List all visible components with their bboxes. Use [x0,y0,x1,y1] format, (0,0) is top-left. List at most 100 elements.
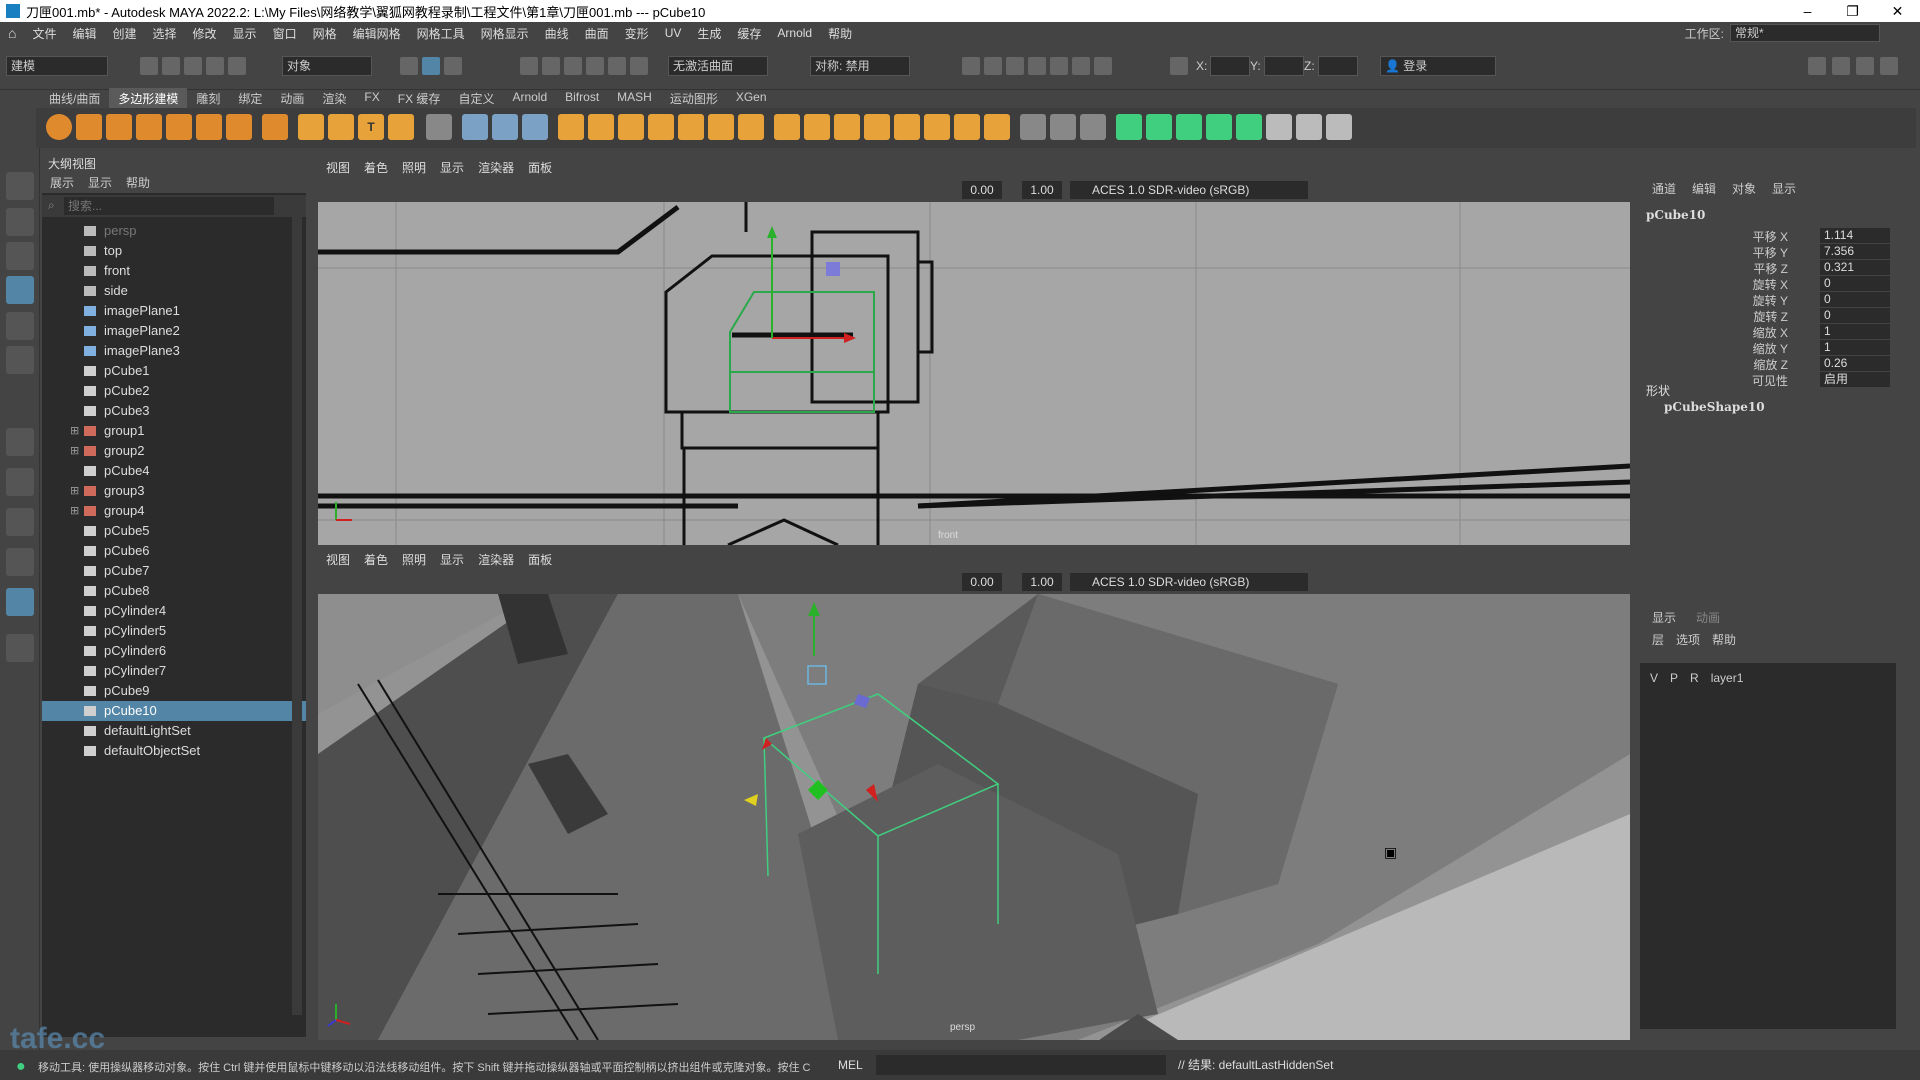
gamma-field[interactable]: 1.00 [1022,181,1062,199]
menu-item[interactable]: 创建 [105,25,145,42]
lasso-tool-icon[interactable] [6,208,34,236]
select-tool-icon[interactable] [6,172,34,200]
grid-icon[interactable] [426,114,452,140]
menu-item[interactable]: 网格显示 [473,25,537,42]
outliner-item[interactable]: ⊞ group4 [42,501,306,521]
outliner-item[interactable]: pCube6 [42,541,306,561]
transform-input-icon[interactable] [1170,57,1188,75]
svg-icon[interactable] [388,114,414,140]
menu-item[interactable]: 显示 [225,25,265,42]
shelf-tab[interactable]: FX 缓存 [389,88,450,108]
z-field[interactable] [1318,56,1358,76]
layer-tab-anim[interactable]: 动画 [1696,609,1720,626]
outliner-item[interactable]: imagePlane3 [42,341,306,361]
attribute-row[interactable]: 平移 Y 7.356 [1640,244,1896,260]
move-tool-icon[interactable] [6,276,34,304]
outliner-item[interactable]: pCylinder6 [42,641,306,661]
attribute-value-field[interactable]: 1.114 [1820,228,1890,243]
viewport-menu-item[interactable]: 显示 [440,158,464,178]
shelf-tab[interactable]: 雕刻 [187,88,229,108]
attribute-row[interactable]: 平移 X 1.114 [1640,228,1896,244]
snap-view-icon[interactable] [586,57,604,75]
snap-vertex-icon[interactable] [630,57,648,75]
exposure-field[interactable]: 0.00 [962,573,1002,591]
outliner-item[interactable]: pCube8 [42,581,306,601]
outliner-menu-item[interactable]: 显示 [88,173,112,193]
redo-icon[interactable] [228,57,246,75]
outliner-item[interactable]: imagePlane2 [42,321,306,341]
open-scene-icon[interactable] [162,57,180,75]
target-weld-icon[interactable] [1050,114,1076,140]
attribute-value-field[interactable]: 0 [1820,276,1890,291]
attribute-row[interactable]: 平移 Z 0.321 [1640,260,1896,276]
separate-icon[interactable] [492,114,518,140]
channel-box-tab[interactable]: 对象 [1732,180,1756,197]
render-view-icon[interactable] [1050,57,1068,75]
attribute-value-field[interactable]: 1 [1820,340,1890,355]
uv-automatic-icon[interactable] [1206,114,1232,140]
gamma-field[interactable]: 1.00 [1022,573,1062,591]
shelf-tab[interactable]: MASH [608,88,661,108]
fill-hole-icon[interactable] [708,114,734,140]
selection-mask-dropdown[interactable]: 对象 [282,56,372,76]
outliner-item[interactable]: pCube7 [42,561,306,581]
boolean-difference-icon[interactable] [588,114,614,140]
multi-cut-icon[interactable] [1020,114,1046,140]
menu-item[interactable]: 网格 [305,25,345,42]
layer-menu-item[interactable]: 帮助 [1712,631,1736,648]
extrude-icon[interactable] [774,114,800,140]
shelf-tab[interactable]: Arnold [503,88,556,108]
boolean-intersection-icon[interactable] [618,114,644,140]
exposure-field[interactable]: 0.00 [962,181,1002,199]
poly-cone-icon[interactable] [136,114,162,140]
shelf-tab[interactable]: 动画 [271,88,313,108]
outliner-item[interactable]: pCube2 [42,381,306,401]
restore-button[interactable]: ❐ [1830,0,1875,22]
outliner-item[interactable]: ⊞ group3 [42,481,306,501]
viewport-menu-item[interactable]: 视图 [326,550,350,570]
menu-item[interactable]: 编辑 [64,25,104,42]
viewport-menu-item[interactable]: 显示 [440,550,464,570]
pause-icon[interactable] [1094,57,1112,75]
select-component-icon[interactable] [444,57,462,75]
menu-item[interactable]: UV [657,26,690,40]
combine-icon[interactable] [462,114,488,140]
outliner-item[interactable]: defaultLightSet [42,721,306,741]
viewport-menu-item[interactable]: 面板 [528,158,552,178]
poly-type-icon[interactable]: T [358,114,384,140]
outliner-item[interactable]: pCube3 [42,401,306,421]
workspace-dropdown[interactable]: 常规* [1730,24,1880,42]
checker-icon[interactable] [1266,114,1292,140]
layer-name[interactable]: layer1 [1711,671,1744,685]
viewport-menu-item[interactable]: 渲染器 [478,550,514,570]
hypershade-icon[interactable] [1028,57,1046,75]
mirror-icon[interactable] [648,114,674,140]
menu-item[interactable]: 编辑网格 [345,25,409,42]
undo-icon[interactable] [206,57,224,75]
viewport-menu-item[interactable]: 着色 [364,158,388,178]
viewport-menu-item[interactable]: 渲染器 [478,158,514,178]
menu-item[interactable]: 缓存 [729,25,769,42]
attribute-value-field[interactable]: 7.356 [1820,244,1890,259]
shelf-tab[interactable]: 绑定 [229,88,271,108]
expand-icon[interactable]: ⊞ [70,501,79,521]
attribute-row[interactable]: 旋转 Z 0 [1640,308,1896,324]
select-hierarchy-icon[interactable] [400,57,418,75]
outliner-item[interactable]: top [42,241,306,261]
shelf-tab-active[interactable]: 多边形建模 [109,88,188,108]
outliner-item[interactable]: pCube9 [42,681,306,701]
menu-item[interactable]: 曲面 [577,25,617,42]
x-field[interactable] [1210,56,1250,76]
outliner-layout-icon[interactable] [6,588,34,616]
uv-editor-icon[interactable] [1236,114,1262,140]
attribute-value-field[interactable]: 0 [1820,292,1890,307]
platonic-solid-icon[interactable] [262,114,288,140]
attribute-value-field[interactable]: 0.321 [1820,260,1890,275]
attribute-row[interactable]: 缩放 X 1 [1640,324,1896,340]
outliner-menu-item[interactable]: 帮助 [126,173,150,193]
smooth-icon[interactable] [522,114,548,140]
boolean-union-icon[interactable] [558,114,584,140]
outliner-item[interactable]: pCylinder7 [42,661,306,681]
attribute-row[interactable]: 旋转 X 0 [1640,276,1896,292]
sweep-mesh-icon[interactable] [328,114,354,140]
